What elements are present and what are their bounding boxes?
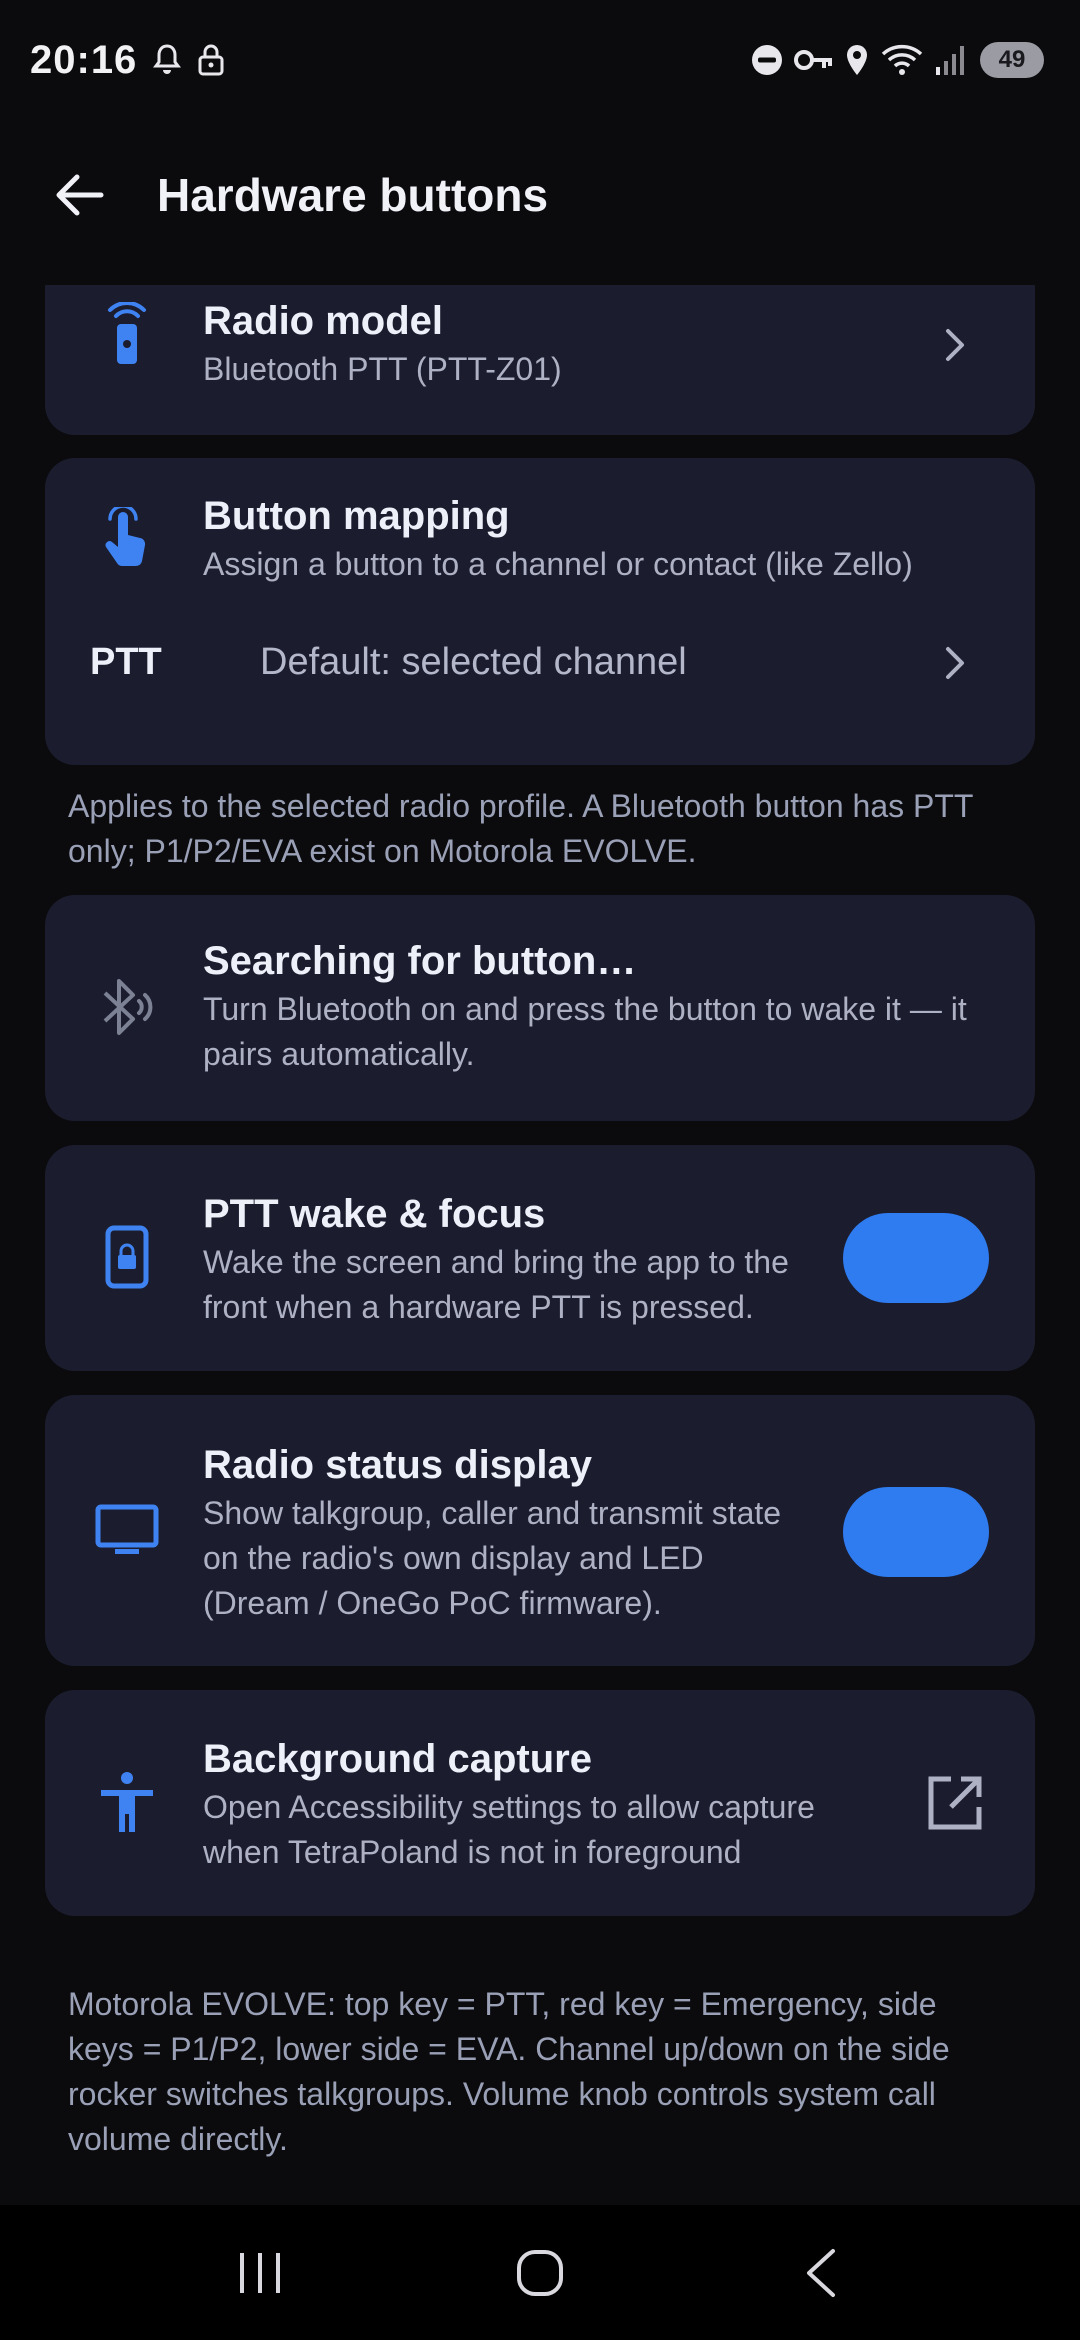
ptt-wake-title: PTT wake & focus (203, 1192, 546, 1236)
chevron-left-icon (807, 2248, 835, 2297)
nav-back-button[interactable] (760, 2223, 880, 2323)
wifi-icon (880, 43, 924, 77)
phone-lock-icon (95, 1225, 159, 1289)
ptt-wake-toggle[interactable] (843, 1213, 989, 1303)
battery-indicator: 49 (980, 42, 1044, 78)
button-mapping-subtitle: Assign a button to a channel or contact … (203, 546, 913, 582)
footer-note: Motorola EVOLVE: top key = PTT, red key … (68, 1986, 950, 2157)
ptt-wake-card[interactable]: PTT wake & focus Wake the screen and bri… (45, 1145, 1035, 1371)
accessibility-icon (95, 1770, 159, 1834)
key-icon (794, 47, 834, 73)
location-icon (844, 43, 870, 77)
radio-model-title: Radio model (203, 299, 444, 343)
recents-icon (240, 2252, 280, 2293)
ptt-mapping-label: PTT (90, 641, 162, 683)
radio-model-card[interactable]: Radio model Bluetooth PTT (PTT-Z01) (45, 285, 1035, 435)
home-button[interactable] (480, 2223, 600, 2323)
ptt-mapping-value: Default: selected channel (260, 641, 687, 683)
recents-button[interactable] (200, 2223, 320, 2323)
dnd-icon (750, 43, 784, 77)
ptt-mapping-row[interactable]: PTT Default: selected channel (45, 623, 1035, 703)
button-mapping-card: Button mapping Assign a button to a chan… (45, 458, 1035, 765)
mapping-note: Applies to the selected radio profile. A… (68, 788, 973, 869)
radio-status-title: Radio status display (203, 1443, 592, 1487)
radio-status-toggle[interactable] (843, 1487, 989, 1577)
radio-status-card[interactable]: Radio status display Show talkgroup, cal… (45, 1395, 1035, 1666)
home-icon (517, 2249, 563, 2296)
background-capture-title: Background capture (203, 1737, 592, 1781)
searching-subtitle: Turn Bluetooth on and press the button t… (203, 991, 967, 1072)
bluetooth-search-card[interactable]: Searching for button… Turn Bluetooth on … (45, 895, 1035, 1121)
ptt-wake-subtitle: Wake the screen and bring the app to the… (203, 1244, 789, 1325)
screen: 20:16 49 Hardware buttons Radio model Bl… (0, 0, 1080, 2340)
radio-model-value: Bluetooth PTT (PTT-Z01) (203, 351, 562, 387)
alarm-icon (151, 43, 183, 77)
searching-title: Searching for button… (203, 939, 637, 983)
background-capture-subtitle: Open Accessibility settings to allow cap… (203, 1789, 815, 1870)
radio-icon (95, 302, 159, 367)
button-mapping-title: Button mapping (203, 494, 510, 538)
open-in-new-icon[interactable] (925, 1773, 985, 1833)
arrow-left-icon (56, 174, 104, 216)
monitor-icon (95, 1499, 159, 1563)
bluetooth-searching-icon (95, 975, 159, 1039)
status-time: 20:16 (30, 37, 138, 82)
chevron-right-icon (937, 645, 973, 681)
touch-icon (95, 507, 159, 572)
page-title: Hardware buttons (157, 169, 549, 221)
chevron-right-icon (937, 327, 973, 363)
signal-icon (934, 43, 968, 77)
status-bar: 20:16 49 (0, 0, 1080, 120)
lock-icon (197, 43, 225, 77)
background-capture-card[interactable]: Background capture Open Accessibility se… (45, 1690, 1035, 1916)
radio-status-subtitle: Show talkgroup, caller and transmit stat… (203, 1495, 782, 1621)
app-bar: Hardware buttons (0, 140, 1080, 250)
navigation-bar (0, 2205, 1080, 2340)
back-button[interactable] (29, 145, 129, 245)
